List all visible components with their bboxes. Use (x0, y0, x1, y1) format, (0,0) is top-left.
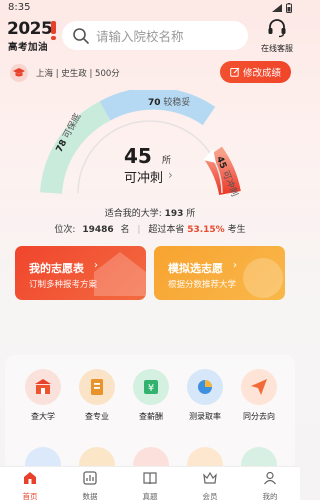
tab-membership[interactable]: 会员 (190, 470, 230, 500)
gauge-label-steady: 70 较稳妥 (148, 98, 191, 108)
logo-subtitle: 高考加油 (8, 42, 49, 53)
chevron-right-icon[interactable]: › (168, 168, 173, 182)
suitable-universities: 适合我的大学: 193 所 (104, 209, 196, 219)
tool-find-major[interactable]: 查专业 (69, 369, 125, 422)
tool-label: 查大学 (31, 412, 55, 421)
money-icon: ¥ (133, 369, 169, 405)
target-icon (243, 258, 283, 298)
simulate-application-card[interactable]: 模拟选志愿 › 根据分数推荐大学 (154, 246, 285, 300)
house-icon (94, 252, 146, 296)
edit-score-label: 修改成绩 (242, 68, 281, 79)
status-time: 8:35 (8, 2, 31, 13)
university-icon (25, 369, 61, 405)
tab-data[interactable]: 数据 (70, 470, 110, 500)
simulate-application-subtitle: 根据分数推荐大学 (168, 280, 237, 290)
tool-label: 同分去向 (243, 412, 275, 421)
logo-year: 2025 (7, 19, 53, 39)
gauge-total-unit: 所 (162, 156, 172, 166)
online-service-label: 在线客服 (261, 44, 293, 53)
chevron-right-icon: › (233, 260, 237, 271)
tool-find-university[interactable]: 查大学 (15, 369, 71, 422)
my-application-card[interactable]: 我的志愿表 › 订制多种报考方案 (15, 246, 146, 300)
tool-find-salary[interactable]: ¥ 查薪酬 (123, 369, 179, 422)
tools-grid: 查大学 查专业 ¥ 查薪酬 测录取率 同分去向 (5, 355, 295, 483)
book-icon (79, 369, 115, 405)
search-icon (73, 27, 89, 44)
edit-score-button[interactable]: 修改成绩 (220, 61, 291, 83)
status-icons (272, 3, 292, 13)
edit-icon (230, 67, 240, 77)
home-icon (24, 472, 36, 484)
exam-book-icon (143, 472, 157, 485)
tool-admission-rate[interactable]: 测录取率 (177, 369, 233, 422)
logo-exclamation (51, 21, 56, 40)
status-bar: 8:35 (0, 0, 300, 16)
school-search-box[interactable]: 请输入院校名称 (62, 21, 248, 50)
online-service-button[interactable]: 在线客服 (254, 18, 300, 53)
profile-summary: 上海 | 史生政 | 500分 (36, 69, 120, 79)
paper-plane-icon (241, 369, 277, 405)
tab-home[interactable]: 首页 (10, 470, 50, 500)
search-placeholder: 请输入院校名称 (96, 29, 184, 44)
gauge-total-count: 45 (124, 144, 152, 168)
svg-text:¥: ¥ (148, 383, 154, 394)
user-icon (264, 471, 276, 485)
my-application-subtitle: 订制多种报考方案 (29, 280, 98, 290)
crown-icon (203, 471, 217, 484)
tool-label: 测录取率 (189, 412, 221, 421)
battery-icon (286, 3, 292, 13)
headset-icon (268, 19, 286, 38)
gauge-caption[interactable]: 可冲刺 (124, 167, 163, 186)
pie-chart-icon (187, 369, 223, 405)
rank-summary: 位次: 19486 名 | 超过本省 53.15% 考生 (54, 225, 246, 235)
tool-label: 查薪酬 (139, 412, 163, 421)
score-profile: 上海 | 史生政 | 500分 (10, 63, 120, 83)
data-icon (83, 471, 97, 485)
bottom-tab-bar: 首页 数据 真题 会员 我的 (0, 466, 300, 500)
tab-past-exams[interactable]: 真题 (130, 470, 170, 500)
tab-mine[interactable]: 我的 (250, 470, 290, 500)
simulate-application-title: 模拟选志愿 (168, 262, 223, 275)
app-logo: 2025 高考加油 (7, 19, 57, 53)
my-application-title: 我的志愿表 (29, 262, 84, 275)
signal-icon (272, 4, 282, 12)
graduation-cap-icon (10, 64, 28, 82)
tool-same-score-destination[interactable]: 同分去向 (231, 369, 287, 422)
tool-label: 查专业 (85, 412, 109, 421)
chevron-right-icon: › (94, 260, 98, 271)
